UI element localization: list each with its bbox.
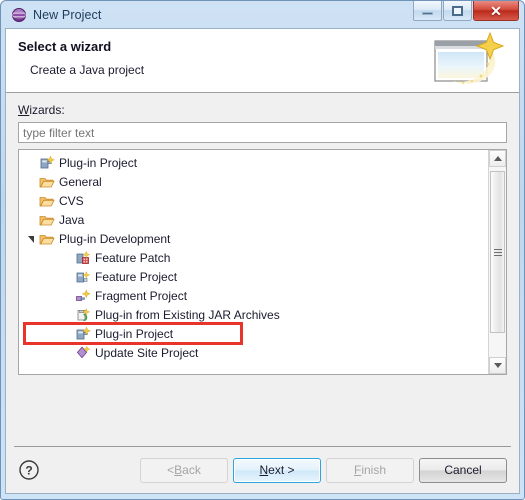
- fragment-project-icon: [76, 288, 91, 301]
- tree-item-label: Plug-in Project: [95, 326, 174, 341]
- tree-item-java[interactable]: Java: [19, 210, 488, 229]
- folder-icon: [39, 215, 55, 225]
- next-label-suffix: ext >: [268, 463, 295, 477]
- wizards-label-rest: izards:: [29, 103, 65, 117]
- tree-item-label: Feature Project: [95, 269, 178, 284]
- dialog-button-row: < Back Next > Finish Cancel: [140, 457, 507, 483]
- page-title: Select a wizard: [18, 39, 112, 54]
- tree-item-plug-in-project[interactable]: Plug-in Project: [19, 324, 488, 343]
- wizard-banner: Select a wizard Create a Java project: [6, 29, 519, 93]
- next-label-mnemonic: N: [259, 463, 269, 477]
- filter-input[interactable]: [18, 122, 507, 143]
- wizard-tree[interactable]: Plug-in Project General CVS Java Plug-in Dev…: [19, 150, 488, 374]
- back-label-mnemonic: B: [174, 463, 183, 477]
- update-site-icon: [76, 344, 91, 358]
- feature-patch-icon: [76, 250, 91, 264]
- tree-item-general[interactable]: General: [19, 172, 488, 191]
- dialog-client-area: Select a wizard Create a Java project Wi…: [5, 28, 520, 494]
- arrow-up-icon: [493, 156, 502, 161]
- grip-icon: [493, 248, 502, 256]
- tree-item-feature-project[interactable]: Feature Project: [19, 267, 488, 286]
- wizard-tree-panel: Plug-in Project General CVS Java Plug-in Dev…: [18, 149, 507, 375]
- tree-item-plug-in-project[interactable]: Plug-in Project: [19, 153, 488, 172]
- window-title: New Project: [33, 7, 102, 22]
- finish-label-suffix: inish: [361, 463, 387, 477]
- folder-icon: [39, 196, 55, 206]
- cancel-label: Cancel: [444, 463, 482, 477]
- title-bar[interactable]: New Project ✕: [5, 1, 520, 28]
- feature-project-icon: [76, 270, 91, 282]
- tree-item-label: Update Site Project: [95, 345, 199, 360]
- back-label-prefix: <: [167, 463, 175, 477]
- tree-item-plug-in-development[interactable]: Plug-in Development: [19, 229, 488, 248]
- new-project-dialog-window: New Project ✕ Select a wizard Create a J…: [0, 0, 525, 500]
- tree-item-label: Java: [59, 212, 85, 227]
- chevron-right-icon[interactable]: [23, 174, 39, 190]
- jar-archives-icon: [77, 307, 91, 321]
- tree-item-label: Plug-in Project: [59, 155, 138, 170]
- tree-item-plug-in-from-existing-jar-archives[interactable]: Plug-in from Existing JAR Archives: [19, 305, 488, 324]
- next-button[interactable]: Next >: [233, 457, 321, 483]
- finish-label-mnemonic: F: [353, 463, 362, 477]
- tree-scrollbar[interactable]: [488, 150, 506, 374]
- tree-item-fragment-project[interactable]: Fragment Project: [19, 286, 488, 305]
- close-icon: ✕: [490, 2, 502, 19]
- tree-item-label: Feature Patch: [95, 250, 171, 265]
- scrollbar-track[interactable]: [489, 167, 506, 357]
- tree-item-label: Plug-in Development: [59, 231, 171, 246]
- minimize-icon: [422, 12, 433, 15]
- back-label-suffix: ack: [182, 463, 201, 477]
- back-button: < Back: [140, 457, 228, 483]
- plugin-project-icon: [76, 325, 91, 339]
- chevron-right-icon[interactable]: [23, 212, 39, 228]
- tree-item-label: CVS: [59, 193, 84, 208]
- wizards-label-mnemonic: W: [18, 103, 30, 117]
- wizard-sparkle-icon: [434, 31, 505, 84]
- help-button[interactable]: ?: [18, 459, 40, 481]
- folder-icon: [39, 234, 55, 244]
- dialog-footer: ? < Back Next > Finish Cancel: [6, 447, 519, 493]
- svg-text:?: ?: [25, 464, 32, 478]
- tree-item-feature-patch[interactable]: Feature Patch: [19, 248, 488, 267]
- plugin-project-icon: [40, 154, 55, 168]
- cancel-button[interactable]: Cancel: [419, 457, 507, 483]
- close-button[interactable]: ✕: [473, 1, 519, 21]
- scroll-up-button[interactable]: [489, 150, 506, 167]
- scroll-down-button[interactable]: [489, 357, 506, 374]
- arrow-down-icon: [493, 363, 502, 368]
- maximize-button[interactable]: [443, 1, 472, 21]
- eclipse-sphere-icon: [12, 7, 26, 22]
- page-description: Create a Java project: [30, 63, 145, 77]
- chevron-down-icon[interactable]: [23, 231, 39, 247]
- maximize-icon: [452, 5, 463, 16]
- scrollbar-thumb[interactable]: [490, 171, 505, 333]
- tree-item-cvs[interactable]: CVS: [19, 191, 488, 210]
- folder-icon: [39, 177, 55, 187]
- tree-item-label: Plug-in from Existing JAR Archives: [95, 307, 280, 322]
- tree-item-label: Fragment Project: [95, 288, 188, 303]
- wizards-label: Wizards:: [18, 103, 507, 117]
- help-icon: ?: [19, 460, 39, 480]
- dialog-body: Wizards: Plug-in ProjectGeneralCVSJavaPl…: [6, 93, 519, 375]
- window-controls: ✕: [413, 1, 519, 21]
- tree-item-update-site-project[interactable]: Update Site Project: [19, 343, 488, 362]
- tree-item-label: General: [59, 174, 102, 189]
- chevron-right-icon[interactable]: [23, 193, 39, 209]
- finish-button: Finish: [326, 457, 414, 483]
- minimize-button[interactable]: [413, 1, 442, 21]
